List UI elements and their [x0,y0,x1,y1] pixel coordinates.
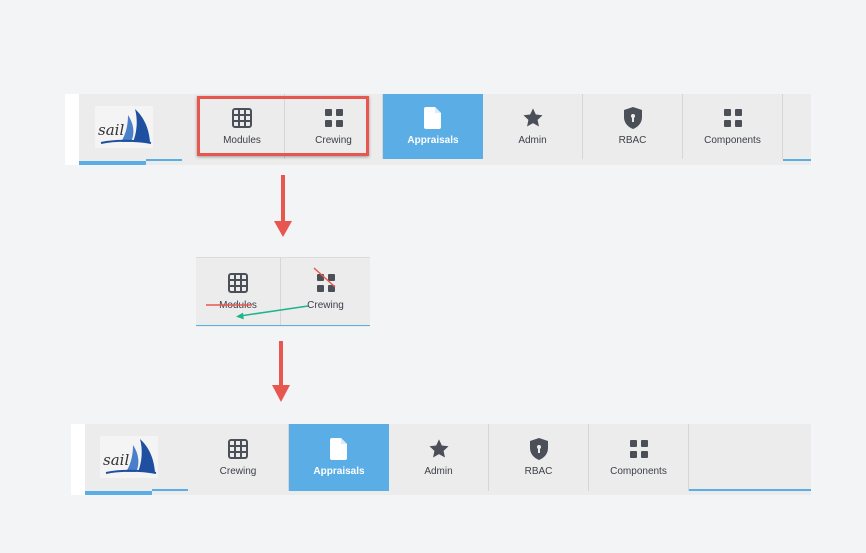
nav-bar-after: sail Crewing Appraisals Admin RBAC Compo… [71,424,811,495]
tab-label: Crewing [219,466,257,477]
tab-appraisals[interactable]: Appraisals [289,424,389,491]
shield-icon [623,107,643,129]
highlight-box [197,96,369,156]
tab-label: Admin [518,135,547,146]
tab-label: Admin [424,466,453,477]
tab-components[interactable]: Components [589,424,689,491]
apps-icon [629,438,649,460]
nav-bar-before: sail Modules Crewing Appraisals Admin RB… [65,94,811,165]
tab-label: RBAC [524,466,553,477]
tab-label: Components [610,466,667,477]
tab-label: Appraisals [407,135,459,146]
tab-label: Appraisals [313,466,365,477]
star-icon [522,107,544,129]
apps-icon [723,107,743,129]
document-icon [424,107,442,129]
sail-logo[interactable]: sail [100,436,158,478]
shield-icon [529,438,549,460]
svg-text:sail: sail [103,451,129,469]
grid-icon [228,438,248,460]
tab-label: RBAC [618,135,647,146]
tab-admin[interactable]: Admin [389,424,489,491]
sail-logo[interactable]: sail [95,106,153,148]
tab-crewing[interactable]: Crewing [188,424,289,491]
tab-rbac[interactable]: RBAC [583,94,683,159]
document-icon [330,438,348,460]
svg-text:sail: sail [98,121,124,139]
tab-label: Components [704,135,761,146]
down-arrow-annotation [272,341,290,402]
tab-rbac[interactable]: RBAC [489,424,589,491]
edit-annotations [206,267,336,320]
tab-appraisals[interactable]: Appraisals [383,94,483,159]
down-arrow-annotation [274,175,292,237]
tab-components[interactable]: Components [683,94,783,159]
star-icon [428,438,450,460]
tab-admin[interactable]: Admin [483,94,583,159]
